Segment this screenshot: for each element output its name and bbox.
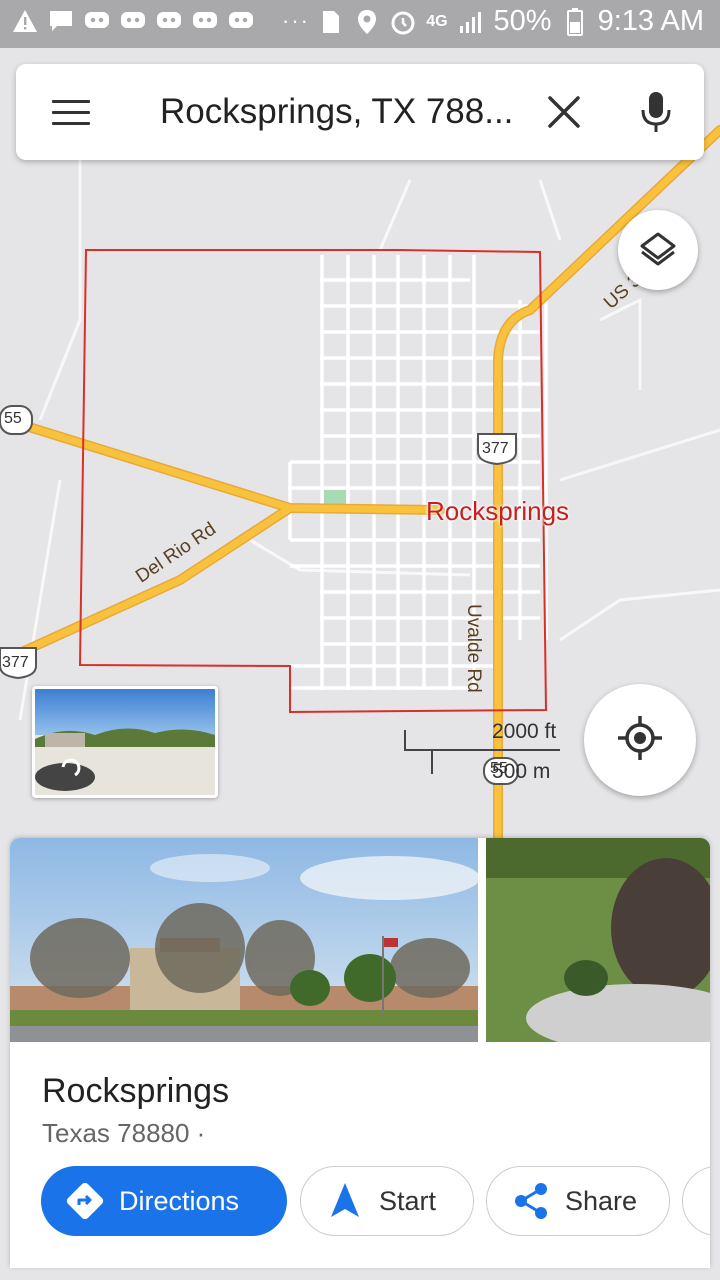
- sim-icon: [318, 9, 344, 35]
- directions-label: Directions: [119, 1185, 240, 1216]
- directions-button[interactable]: Directions: [41, 1166, 287, 1236]
- system-status: 4G 50% 9:13 AM: [318, 5, 704, 38]
- more-actions-button[interactable]: [682, 1166, 710, 1236]
- alert-icon: [12, 8, 38, 34]
- discord-icon: [156, 8, 182, 34]
- route-shield-55-label: 55: [4, 410, 22, 427]
- discord-icon: [120, 8, 146, 34]
- alarm-icon: [390, 9, 416, 35]
- place-subtitle: Texas 78880 ·: [42, 1118, 206, 1148]
- map-scale: 2000 ft 500 m: [404, 718, 564, 783]
- battery-percent: 50%: [493, 5, 552, 37]
- status-bar: ··· 4G 50% 9:13 AM: [0, 0, 720, 48]
- route-shield-377-left-label: 377: [2, 654, 29, 671]
- microphone-icon[interactable]: [636, 88, 676, 136]
- share-icon: [511, 1181, 551, 1221]
- menu-icon[interactable]: [52, 100, 90, 126]
- scale-imperial: 2000 ft: [492, 720, 557, 743]
- discord-icon: [84, 8, 110, 34]
- close-icon[interactable]: [542, 90, 586, 134]
- my-location-icon: [616, 714, 664, 767]
- share-button[interactable]: Share: [486, 1166, 670, 1236]
- road-label-uvalde: Uvalde Rd: [463, 604, 484, 693]
- share-label: Share: [565, 1185, 638, 1216]
- lte-icon: 4G: [426, 12, 448, 30]
- street-view-thumbnail[interactable]: [32, 686, 218, 798]
- location-icon: [354, 9, 380, 35]
- route-shield-377-top-label: 377: [482, 440, 509, 457]
- clock: 9:13 AM: [597, 5, 704, 37]
- more-notifications-icon: ···: [282, 8, 310, 33]
- scale-metric: 500 m: [492, 760, 551, 783]
- search-query[interactable]: Rocksprings, TX 788...: [160, 92, 513, 132]
- notification-icons: ···: [12, 8, 310, 34]
- my-location-button[interactable]: [584, 684, 696, 796]
- discord-icon: [228, 8, 254, 34]
- place-photo-2[interactable]: [486, 838, 710, 1052]
- start-label: Start: [379, 1185, 437, 1216]
- layers-icon: [638, 228, 678, 273]
- discord-icon: [192, 8, 218, 34]
- town-label: Rocksprings: [426, 496, 570, 526]
- start-button[interactable]: Start: [300, 1166, 474, 1236]
- message-icon: [48, 8, 74, 34]
- battery-icon: [562, 7, 588, 36]
- place-card[interactable]: Rocksprings Texas 78880 · Directions Sta…: [10, 838, 710, 1268]
- search-bar[interactable]: Rocksprings, TX 788...: [16, 64, 704, 160]
- place-photo[interactable]: [10, 838, 480, 1042]
- navigation-arrow-icon: [325, 1181, 365, 1221]
- signal-icon: [458, 9, 484, 35]
- directions-icon: [65, 1181, 105, 1221]
- place-title: Rocksprings: [42, 1072, 230, 1110]
- layers-button[interactable]: [618, 210, 698, 290]
